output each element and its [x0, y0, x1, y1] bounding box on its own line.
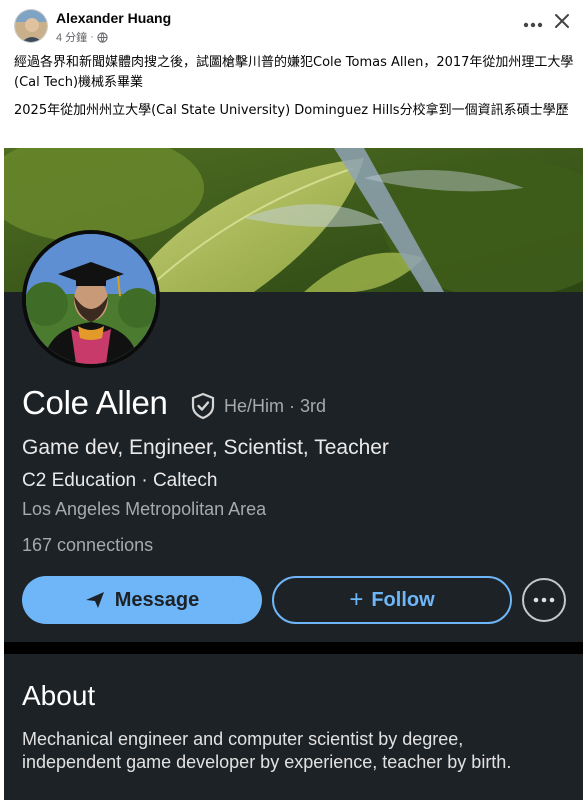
connections-count[interactable]: 167 connections	[22, 535, 153, 556]
about-heading: About	[22, 680, 96, 711]
profile-card: Cole Allen He/Him · 3rd Game dev, Engine…	[4, 148, 583, 800]
profile-name: Cole Allen	[22, 384, 168, 421]
message-button[interactable]: Message	[22, 576, 262, 624]
send-icon	[85, 592, 104, 608]
about-text: Mechanical engineer and computer scienti…	[22, 729, 512, 772]
follow-label: Follow	[371, 588, 435, 611]
pronouns-degree: He/Him · 3rd	[224, 396, 327, 416]
shield-check-icon[interactable]	[190, 392, 216, 420]
author-avatar[interactable]	[14, 9, 48, 43]
ellipsis-circle-icon[interactable]	[522, 578, 566, 622]
globe-icon	[97, 31, 108, 43]
profile-photo[interactable]	[22, 230, 160, 368]
profile-location: Los Angeles Metropolitan Area	[22, 499, 267, 519]
post-paragraph-1: 經過各界和新聞媒體肉搜之後，試圖槍擊川普的嫌犯Cole Tomas Allen，…	[14, 55, 574, 90]
post-header: Alexander Huang 4 分鐘 ·	[0, 0, 587, 48]
close-icon[interactable]	[551, 10, 573, 32]
ellipsis-icon[interactable]	[523, 12, 543, 33]
plus-icon: +	[349, 586, 364, 613]
message-label: Message	[114, 588, 200, 611]
follow-button[interactable]: + Follow	[272, 576, 512, 624]
author-name[interactable]: Alexander Huang	[56, 10, 171, 26]
company-school[interactable]: C2 Education · Caltech	[22, 470, 217, 492]
meta-dot: ·	[90, 31, 94, 43]
post-paragraph-2: 2025年從加州州立大學(Cal State University) Domin…	[14, 103, 569, 118]
profile-headline: Game dev, Engineer, Scientist, Teacher	[22, 436, 389, 459]
post-time[interactable]: 4 分鐘	[56, 29, 87, 45]
section-divider	[4, 642, 583, 654]
post-meta: 4 分鐘 ·	[56, 29, 108, 45]
